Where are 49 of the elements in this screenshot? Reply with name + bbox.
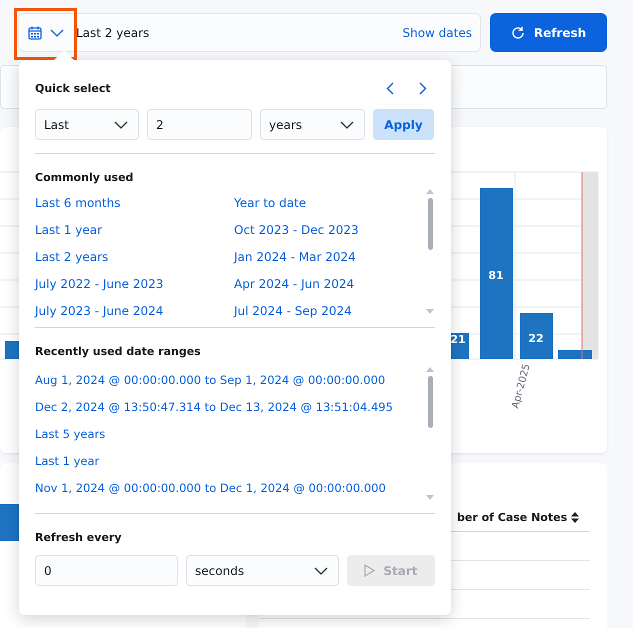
play-icon (364, 564, 376, 577)
chevron-down-icon (50, 28, 64, 36)
date-range-link[interactable]: Jul 2024 - Sep 2024 (234, 304, 425, 318)
refresh-button[interactable]: Refresh (490, 13, 607, 52)
calendar-icon (28, 26, 42, 40)
interval-field[interactable]: 0 (35, 555, 178, 586)
chart-bar (5, 341, 19, 359)
section-title: Refresh every (35, 531, 122, 544)
chevron-down-icon (340, 120, 354, 128)
chart-bar (558, 350, 592, 359)
scrollbar[interactable] (425, 189, 435, 314)
date-field[interactable]: Last 2 years Show dates (18, 13, 481, 52)
interval-unit-select[interactable]: seconds (186, 555, 339, 586)
bar-value: 21 (450, 333, 466, 346)
apply-button[interactable]: Apply (373, 109, 434, 140)
section-title: Recently used date ranges (35, 345, 202, 358)
date-range-link[interactable]: Last 1 year (35, 222, 234, 236)
refresh-icon (510, 26, 525, 40)
date-range-link[interactable]: July 2022 - June 2023 (35, 276, 234, 290)
date-range-link[interactable]: Nov 1, 2024 @ 00:00:00.000 to Dec 1, 2024 @ 00:00:00.000 (35, 475, 425, 502)
chart-bar (0, 504, 19, 541)
chevron-down-icon (114, 120, 128, 128)
show-dates-link[interactable]: Show dates (402, 26, 472, 40)
section-title: Commonly used (35, 171, 134, 184)
section-title: Quick select (35, 82, 111, 94)
date-range-link[interactable]: Apr 2024 - Jun 2024 (234, 276, 425, 290)
unit-select[interactable]: years (260, 109, 365, 140)
bar-value: 81 (488, 269, 504, 282)
date-range-link[interactable]: Aug 1, 2024 @ 00:00:00.000 to Sep 1, 2024 @ 00:00:00.000 (35, 367, 425, 394)
sort-icon[interactable] (571, 512, 580, 522)
date-range-link[interactable]: Last 6 months (35, 196, 234, 210)
date-range-link[interactable]: Jan 2024 - Mar 2024 (234, 250, 425, 264)
date-range-link[interactable]: July 2023 - June 2024 (35, 304, 234, 318)
date-range-link[interactable]: Last 1 year (35, 448, 425, 475)
chart-bar (520, 313, 553, 359)
date-range-link[interactable]: Year to date (234, 196, 425, 210)
date-range-text: Last 2 years (76, 26, 150, 40)
date-range-link[interactable]: Dec 2, 2024 @ 13:50:47.314 to Dec 13, 2024 @ 13:51:04.495 (35, 394, 425, 421)
amount-field[interactable]: 2 (147, 109, 252, 140)
chevron-left-icon[interactable] (386, 82, 394, 94)
direction-select[interactable]: Last (35, 109, 139, 140)
date-range-link[interactable]: Last 2 years (35, 250, 234, 264)
date-range-link[interactable]: Last 5 years (35, 421, 425, 448)
chevron-down-icon (314, 566, 328, 574)
bar-value: 22 (528, 332, 544, 345)
column-header[interactable]: ber of Case Notes (457, 510, 568, 524)
chevron-right-icon[interactable] (419, 82, 427, 94)
scrollbar[interactable] (425, 367, 435, 500)
date-range-link[interactable]: Oct 2023 - Dec 2023 (234, 222, 425, 236)
